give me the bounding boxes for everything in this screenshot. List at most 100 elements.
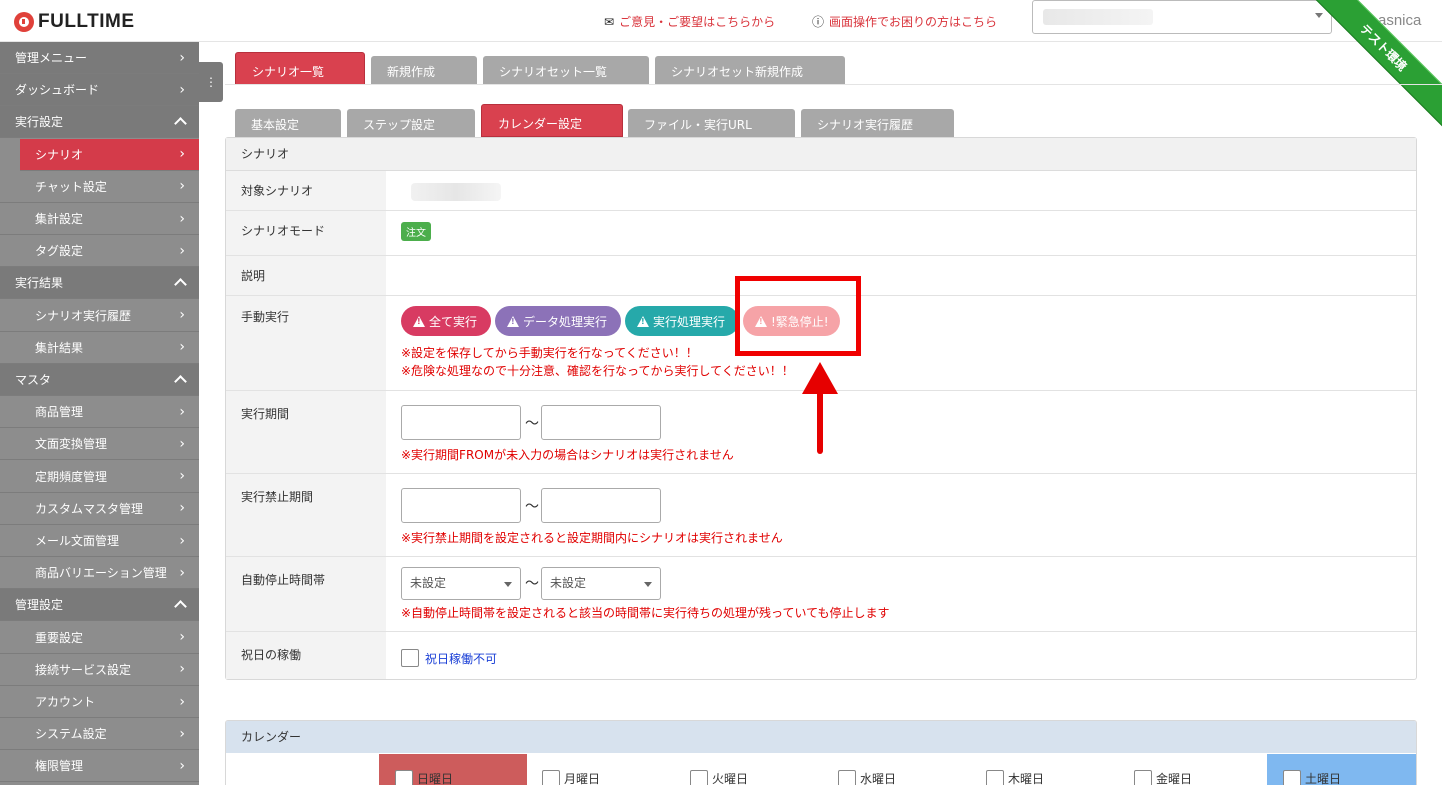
sidebar-item-label: 実行結果 bbox=[15, 276, 64, 291]
sidebar-item-10[interactable]: マスタ bbox=[0, 364, 199, 396]
ban-to-input[interactable] bbox=[541, 488, 661, 523]
day-thursday[interactable]: 木曜日 bbox=[970, 754, 1118, 785]
data-process-run-button[interactable]: データ処理実行 bbox=[495, 306, 621, 336]
sidebar-item-21[interactable]: システム設定 › bbox=[0, 718, 199, 751]
period-from-input[interactable] bbox=[401, 405, 521, 440]
manual-note-2: ※危険な処理なので十分注意、確認を行なってから実行してください！！ bbox=[401, 364, 794, 378]
sidebar-item-19[interactable]: 接続サービス設定 › bbox=[0, 653, 199, 686]
tab-label: ファイル・実行URL bbox=[644, 118, 752, 132]
tab-label: シナリオセット一覧 bbox=[499, 65, 608, 79]
tab-scenario-set-new[interactable]: シナリオセット新規作成 bbox=[655, 56, 845, 84]
chevron-up-icon bbox=[174, 278, 187, 292]
day-checkbox[interactable] bbox=[690, 770, 708, 785]
auto-stop-from-select[interactable]: 未設定 bbox=[401, 567, 521, 600]
sidebar-item-1[interactable]: ダッシュボード › bbox=[0, 74, 199, 107]
sidebar-item-20[interactable]: アカウント › bbox=[0, 686, 199, 718]
day-checkbox[interactable] bbox=[1283, 770, 1301, 785]
subtab-calendar[interactable]: カレンダー設定 bbox=[481, 104, 623, 137]
auto-stop-to-select[interactable]: 未設定 bbox=[541, 567, 661, 600]
sidebar-item-8[interactable]: シナリオ実行履歴 › bbox=[0, 299, 199, 332]
day-tuesday[interactable]: 火曜日 bbox=[674, 754, 822, 785]
tab-label: カレンダー設定 bbox=[498, 117, 583, 131]
sidebar-item-7[interactable]: 実行結果 bbox=[0, 267, 199, 300]
tab-new[interactable]: 新規作成 bbox=[371, 56, 477, 84]
period-tilde: 〜 bbox=[525, 416, 539, 432]
tab-label: 基本設定 bbox=[251, 118, 300, 132]
sidebar-item-12[interactable]: 文面変換管理 › bbox=[0, 428, 199, 461]
sidebar-item-3[interactable]: シナリオ › bbox=[20, 138, 199, 171]
row-value: 未設定 〜 未設定 ※自動停止時間帯を設定されると該当の時間帯に実行待ちの処理が… bbox=[401, 557, 1416, 631]
sidebar-item-15[interactable]: メール文面管理 › bbox=[0, 525, 199, 557]
feedback-link-label: ご意見・ご要望はこちらから bbox=[619, 15, 776, 29]
ban-from-input[interactable] bbox=[401, 488, 521, 523]
row-label: 手動実行 bbox=[226, 296, 386, 390]
sidebar-item-label: タグ設定 bbox=[35, 244, 84, 259]
day-label: 日曜日 bbox=[417, 772, 454, 785]
day-sunday[interactable]: 日曜日 bbox=[379, 754, 527, 785]
run-all-button[interactable]: 全て実行 bbox=[401, 306, 491, 336]
day-label: 水曜日 bbox=[860, 772, 897, 785]
sidebar-item-9[interactable]: 集計結果 › bbox=[0, 331, 199, 364]
day-saturday[interactable]: 土曜日 bbox=[1267, 754, 1416, 785]
sidebar-item-18[interactable]: 重要設定 › bbox=[0, 621, 199, 654]
sidebar-item-17[interactable]: 管理設定 bbox=[0, 589, 199, 622]
help-link[interactable]: ⓘ 画面操作でお困りの方はこちら bbox=[812, 13, 997, 30]
button-label: データ処理実行 bbox=[523, 314, 608, 329]
sidebar: 管理メニュー › ダッシュボード › 実行設定 シナリオ › チャット設定 › 集計設定 › タグ設定… bbox=[0, 42, 199, 785]
chevron-right-icon: › bbox=[179, 564, 185, 581]
exec-process-run-button[interactable]: 実行処理実行 bbox=[625, 306, 739, 336]
sidebar-item-11[interactable]: 商品管理 › bbox=[0, 396, 199, 429]
chevron-up-icon bbox=[174, 375, 187, 388]
row-label: 実行期間 bbox=[226, 391, 386, 473]
day-checkbox[interactable] bbox=[395, 770, 413, 785]
help-link-label: 画面操作でお困りの方はこちら bbox=[829, 15, 998, 29]
day-label: 土曜日 bbox=[1305, 772, 1342, 785]
feedback-link[interactable]: ✉ ご意見・ご要望はこちらから bbox=[604, 13, 775, 30]
day-checkbox[interactable] bbox=[542, 770, 560, 785]
sidebar-item-14[interactable]: カスタムマスタ管理 › bbox=[0, 492, 199, 525]
sidebar-item-0[interactable]: 管理メニュー › bbox=[0, 42, 199, 74]
row-label: 実行禁止期間 bbox=[226, 474, 386, 556]
chevron-right-icon: › bbox=[179, 178, 185, 195]
chevron-right-icon: › bbox=[179, 725, 185, 742]
manual-note-1: ※設定を保存してから手動実行を行なってください！！ bbox=[401, 346, 698, 360]
sidebar-item-label: シナリオ bbox=[35, 147, 84, 162]
day-checkbox[interactable] bbox=[838, 770, 856, 785]
auto-stop-tilde: 〜 bbox=[525, 576, 539, 592]
account-select[interactable] bbox=[1032, 0, 1332, 34]
chevron-right-icon: › bbox=[179, 468, 185, 485]
top-bar: FULLTIME ✉ ご意見・ご要望はこちらから ⓘ 画面操作でお困りの方はこち… bbox=[0, 0, 1442, 136]
sidebar-item-4[interactable]: チャット設定 › bbox=[0, 170, 199, 203]
sidebar-item-2[interactable]: 実行設定 bbox=[0, 106, 199, 139]
row-value: 祝日稼働不可 bbox=[401, 632, 1416, 679]
sidebar-item-6[interactable]: タグ設定 › bbox=[0, 235, 199, 268]
tab-scenario-list[interactable]: シナリオ一覧 bbox=[235, 52, 365, 85]
mode-badge: 注文 bbox=[401, 222, 431, 241]
sidebar-item-label: 集計設定 bbox=[35, 212, 84, 226]
subtab-file-url[interactable]: ファイル・実行URL bbox=[628, 109, 795, 137]
sidebar-item-label: 実行設定 bbox=[15, 115, 64, 130]
day-friday[interactable]: 金曜日 bbox=[1118, 754, 1266, 785]
sidebar-toggle-button[interactable]: ⋮ bbox=[199, 62, 223, 102]
sidebar-item-5[interactable]: 集計設定 › bbox=[0, 203, 199, 235]
sidebar-item-label: 重要設定 bbox=[35, 630, 84, 645]
holiday-checkbox-label[interactable]: 祝日稼働不可 bbox=[425, 650, 497, 667]
row-value: 〜 ※実行期間FROMが未入力の場合はシナリオは実行されません bbox=[401, 391, 1416, 473]
sidebar-item-16[interactable]: 商品バリエーション管理 › bbox=[0, 557, 199, 590]
period-to-input[interactable] bbox=[541, 405, 661, 440]
day-monday[interactable]: 月曜日 bbox=[526, 754, 674, 785]
sidebar-item-22[interactable]: 権限管理 › bbox=[0, 750, 199, 783]
sidebar-item-13[interactable]: 定期頻度管理 › bbox=[0, 460, 199, 493]
chevron-right-icon: › bbox=[179, 307, 185, 324]
holiday-checkbox[interactable] bbox=[401, 649, 419, 667]
tab-scenario-set-list[interactable]: シナリオセット一覧 bbox=[483, 56, 649, 84]
subtab-basic[interactable]: 基本設定 bbox=[235, 109, 341, 137]
subtab-step[interactable]: ステップ設定 bbox=[347, 109, 475, 137]
row-label: 祝日の稼働 bbox=[226, 632, 386, 679]
day-wednesday[interactable]: 水曜日 bbox=[822, 754, 970, 785]
day-checkbox[interactable] bbox=[1134, 770, 1152, 785]
sidebar-item-label: マスタ bbox=[15, 373, 52, 387]
day-checkbox[interactable] bbox=[986, 770, 1004, 785]
subtab-history[interactable]: シナリオ実行履歴 bbox=[801, 109, 954, 137]
logo[interactable]: FULLTIME bbox=[14, 11, 135, 33]
